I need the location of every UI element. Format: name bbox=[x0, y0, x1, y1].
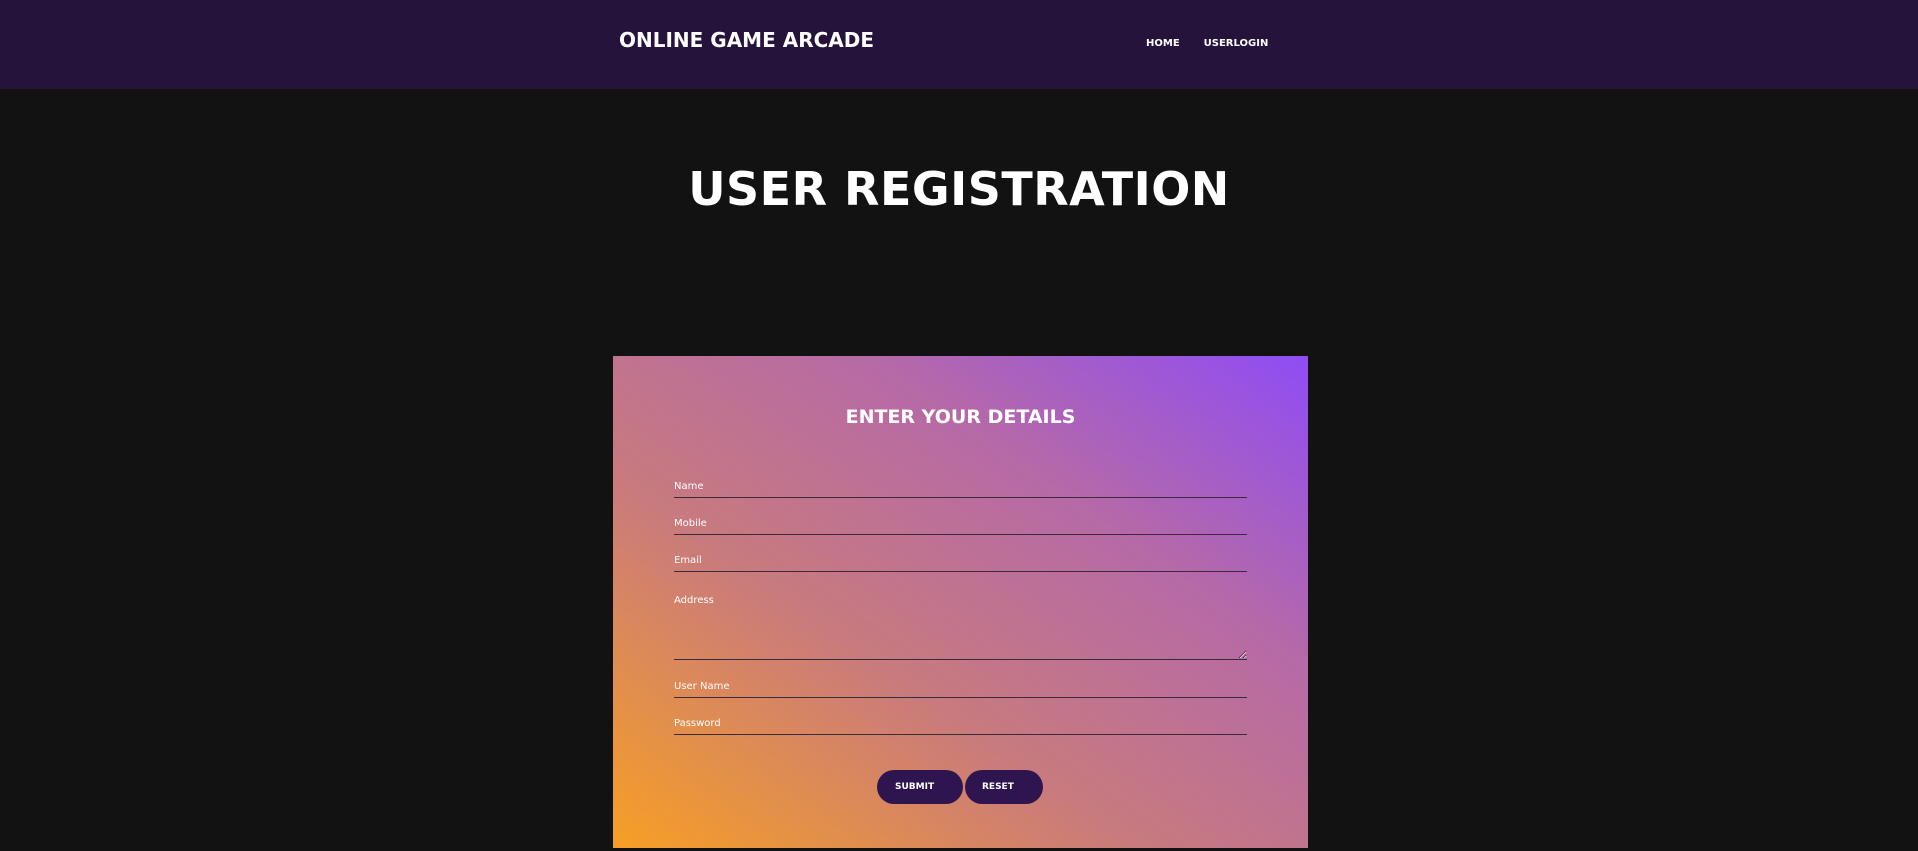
nav-link-home[interactable]: HOME bbox=[1146, 38, 1180, 49]
username-field[interactable] bbox=[674, 680, 1247, 698]
name-field[interactable] bbox=[674, 480, 1247, 498]
page-title: USER REGISTRATION bbox=[688, 162, 1230, 216]
form-title: ENTER YOUR DETAILS bbox=[845, 406, 1076, 428]
reset-button[interactable]: RESET bbox=[965, 770, 1043, 804]
site-brand[interactable]: ONLINE GAME ARCADE bbox=[619, 28, 874, 52]
address-field[interactable] bbox=[674, 593, 1247, 660]
mobile-field[interactable] bbox=[674, 517, 1247, 535]
main-nav: HOME USERLOGIN bbox=[1146, 38, 1268, 49]
registration-card: ENTER YOUR DETAILS SUBMIT RESET bbox=[613, 356, 1308, 848]
submit-button[interactable]: SUBMIT bbox=[877, 770, 963, 804]
form-actions: SUBMIT RESET bbox=[877, 770, 1043, 804]
email-field[interactable] bbox=[674, 554, 1247, 572]
password-field[interactable] bbox=[674, 717, 1247, 735]
top-navbar: ONLINE GAME ARCADE HOME USERLOGIN bbox=[0, 0, 1918, 89]
nav-link-userlogin[interactable]: USERLOGIN bbox=[1204, 38, 1269, 49]
